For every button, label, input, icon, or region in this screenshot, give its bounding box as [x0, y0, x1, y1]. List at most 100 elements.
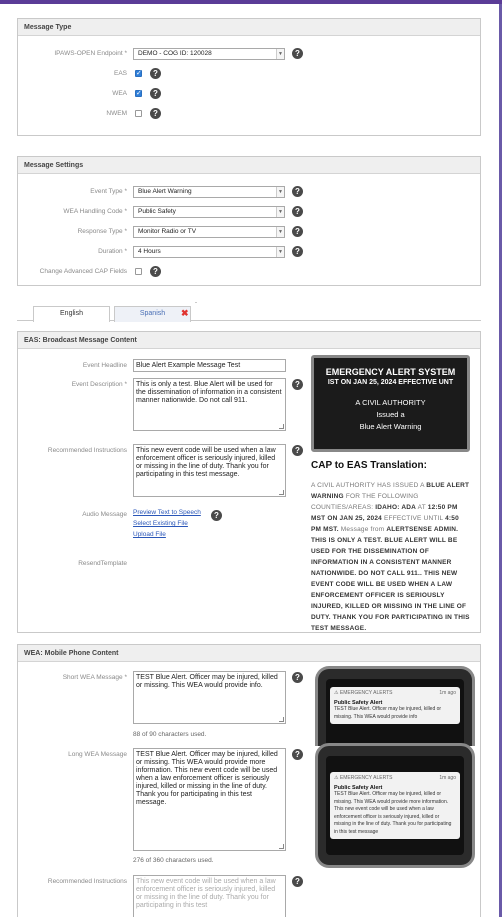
notification-time: 1m ago: [439, 775, 456, 781]
help-icon[interactable]: ?: [150, 266, 161, 277]
help-icon[interactable]: ?: [292, 48, 303, 59]
eas-preview-crawl: IST ON JAN 25, 2024 EFFECTIVE UNT: [327, 379, 454, 386]
description-value: This is only a test. Blue Alert will be …: [136, 381, 282, 404]
warning-icon: ⚠: [334, 775, 339, 781]
wea-handling-select[interactable]: Public Safety ▼: [133, 206, 285, 218]
phone-screen: ⚠ EMERGENCY ALERTS 1m ago Public Safety …: [326, 679, 464, 746]
help-icon[interactable]: ?: [150, 108, 161, 119]
resize-handle[interactable]: [279, 844, 284, 849]
eas-checkbox[interactable]: [135, 69, 142, 77]
help-icon[interactable]: ?: [292, 226, 303, 237]
event-type-select[interactable]: Blue Alert Warning ▼: [133, 186, 285, 198]
notification-app: EMERGENCY ALERTS: [339, 775, 393, 781]
chevron-down-icon: ▼: [276, 207, 284, 217]
panel-title: WEA: Mobile Phone Content: [18, 645, 480, 662]
eas-preview-title: EMERGENCY ALERT SYSTEM: [325, 367, 456, 377]
notification-time: 1m ago: [439, 690, 456, 696]
help-icon[interactable]: ?: [292, 379, 303, 390]
eas-preview-authority: A CIVIL AUTHORITY: [355, 398, 426, 407]
short-wea-value: TEST Blue Alert. Officer may be injured,…: [136, 674, 278, 689]
eas-label: EAS: [113, 70, 127, 77]
phone-preview-long: ⚠ EMERGENCY ALERTS 1m ago Public Safety …: [315, 743, 475, 868]
notification-body: TEST Blue Alert. Officer may be injured,…: [334, 791, 452, 835]
long-wea-textarea[interactable]: TEST Blue Alert. Officer may be injured,…: [133, 748, 286, 851]
nwem-label: NWEM: [106, 110, 127, 117]
chevron-down-icon: ▼: [276, 187, 284, 197]
short-wea-label: Short WEA Message *: [62, 674, 127, 681]
cap-translation-text: A CIVIL AUTHORITY HAS ISSUED A BLUE ALER…: [311, 482, 470, 632]
long-wea-value: TEST Blue Alert. Officer may be injured,…: [136, 751, 278, 806]
endpoint-value: DEMO - COG ID: 120028: [138, 50, 212, 57]
help-icon[interactable]: ?: [292, 445, 303, 456]
duration-label: Duration *: [98, 248, 127, 255]
response-type-label: Response Type *: [77, 228, 127, 235]
help-icon[interactable]: ?: [292, 672, 303, 683]
resend-template-label: ResendTemplate: [78, 560, 127, 567]
duration-value: 4 Hours: [138, 248, 161, 255]
notification-body: TEST Blue Alert. Officer may be injured,…: [334, 706, 442, 720]
phone-screen: ⚠ EMERGENCY ALERTS 1m ago Public Safety …: [326, 756, 464, 855]
endpoint-select[interactable]: DEMO - COG ID: 120028 ▼: [133, 48, 285, 60]
event-type-value: Blue Alert Warning: [138, 188, 192, 195]
tab-spanish[interactable]: Spanish: [114, 306, 191, 322]
eas-preview-screen: EMERGENCY ALERT SYSTEM IST ON JAN 25, 20…: [311, 355, 470, 452]
chevron-down-icon: ▼: [276, 49, 284, 59]
endpoint-label: IPAWS-OPEN Endpoint *: [54, 50, 127, 57]
eas-preview-event: Blue Alert Warning: [359, 422, 422, 431]
description-textarea[interactable]: This is only a test. Blue Alert will be …: [133, 378, 286, 431]
audio-label: Audio Message: [82, 511, 127, 518]
wea-instructions-label: Recommended Instructions: [47, 878, 127, 885]
eas-preview-issued: Issued a: [376, 410, 405, 419]
resize-handle[interactable]: [279, 717, 284, 722]
instructions-textarea[interactable]: This new event code will be used when a …: [133, 444, 286, 497]
message-settings-panel: Message Settings: [17, 156, 481, 286]
long-wea-label: Long WEA Message: [68, 751, 127, 758]
help-icon[interactable]: ?: [292, 876, 303, 887]
response-type-value: Monitor Radio or TV: [138, 228, 197, 235]
response-type-select[interactable]: Monitor Radio or TV ▼: [133, 226, 285, 238]
help-icon[interactable]: ?: [150, 68, 161, 79]
instructions-label: Recommended Instructions: [47, 447, 127, 454]
headline-input[interactable]: Blue Alert Example Message Test: [133, 359, 286, 372]
top-accent-bar: [0, 0, 502, 4]
help-icon[interactable]: ?: [292, 246, 303, 257]
wea-handling-label: WEA Handling Code *: [63, 208, 127, 215]
chevron-down-icon: ▼: [276, 247, 284, 257]
chevron-down-icon: ▼: [276, 227, 284, 237]
upload-file-link[interactable]: Upload File: [133, 531, 166, 538]
phone-preview-short: ⚠ EMERGENCY ALERTS 1m ago Public Safety …: [315, 666, 475, 746]
wea-checkbox[interactable]: [135, 89, 142, 97]
preview-tts-link[interactable]: Preview Text to Speech: [133, 509, 201, 516]
select-file-link[interactable]: Select Existing File: [133, 520, 188, 527]
long-wea-counter: 276 of 360 characters used.: [133, 857, 214, 864]
advanced-cap-label: Change Advanced CAP Fields: [39, 268, 127, 275]
warning-icon: ⚠: [334, 690, 339, 696]
headline-label: Event Headline: [82, 362, 127, 369]
help-icon[interactable]: ?: [292, 186, 303, 197]
wea-handling-value: Public Safety: [138, 208, 176, 215]
language-tabs: English Spanish ✖ -: [17, 300, 481, 322]
message-type-panel: Message Type: [17, 18, 481, 136]
wea-label: WEA: [112, 90, 127, 97]
tab-english[interactable]: English: [33, 306, 110, 322]
short-wea-textarea[interactable]: TEST Blue Alert. Officer may be injured,…: [133, 671, 286, 724]
help-icon[interactable]: ?: [150, 88, 161, 99]
help-icon[interactable]: ?: [292, 206, 303, 217]
nwem-checkbox[interactable]: [135, 110, 142, 117]
help-icon[interactable]: ?: [292, 749, 303, 760]
help-icon[interactable]: ?: [211, 510, 222, 521]
advanced-cap-checkbox[interactable]: [135, 268, 142, 275]
wea-notification: ⚠ EMERGENCY ALERTS 1m ago Public Safety …: [330, 687, 460, 724]
panel-title: Message Type: [18, 19, 480, 36]
wea-instructions-value: This new event code will be used when a …: [136, 878, 276, 909]
wea-instructions-textarea[interactable]: This new event code will be used when a …: [133, 875, 286, 917]
resize-handle[interactable]: [279, 490, 284, 495]
description-label: Event Description *: [71, 381, 127, 388]
close-icon[interactable]: ✖: [181, 308, 189, 319]
instructions-value: This new event code will be used when a …: [136, 447, 276, 478]
duration-select[interactable]: 4 Hours ▼: [133, 246, 285, 258]
resize-handle[interactable]: [279, 424, 284, 429]
tab-dot: -: [195, 300, 197, 306]
short-wea-counter: 88 of 90 characters used.: [133, 731, 207, 738]
panel-title: Message Settings: [18, 157, 480, 174]
